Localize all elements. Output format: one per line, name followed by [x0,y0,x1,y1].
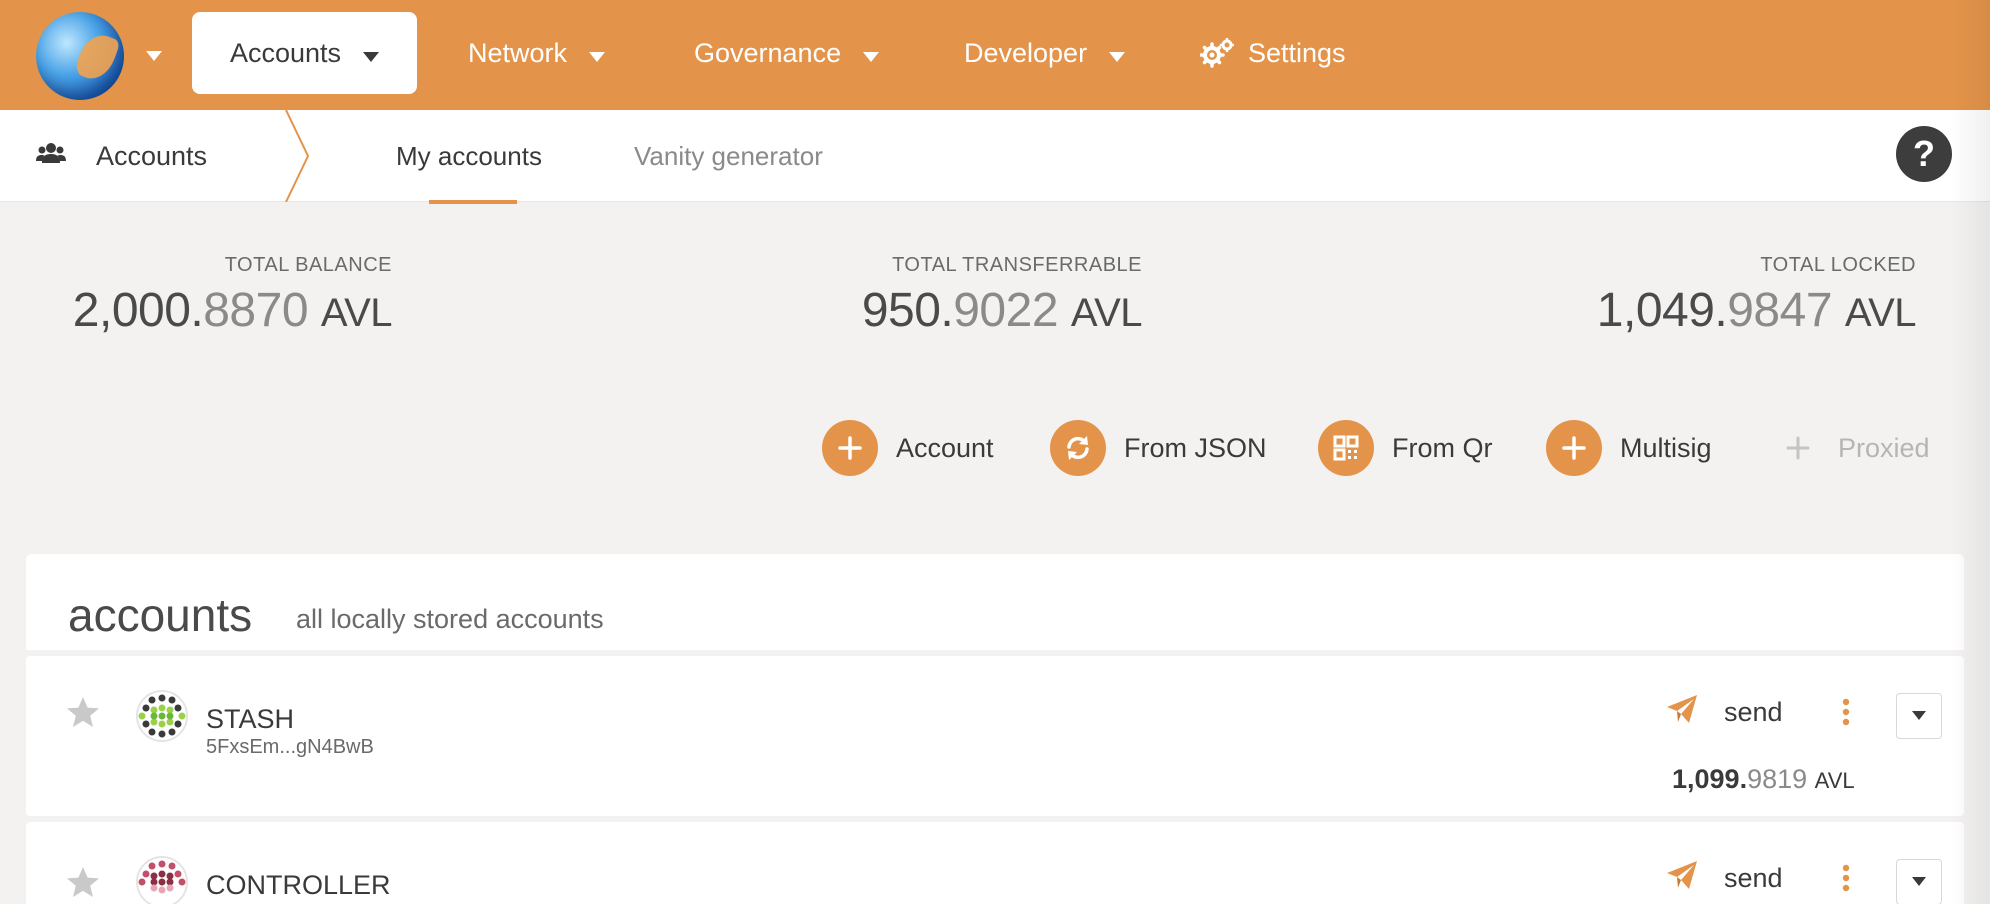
account-balance-int: 1,099. [1672,764,1748,794]
plus-icon [1770,420,1826,476]
total-transferrable-dec: 9022 [953,284,1059,337]
account-address[interactable]: 5FxsEm...gN4BwB [206,736,374,759]
expand-button[interactable] [1896,859,1942,904]
nav-governance[interactable]: Governance [694,12,880,94]
breadcrumb: Accounts [36,110,207,202]
account-name: CONTROLLER [206,870,391,900]
tab-vanity-generator[interactable]: Vanity generator [634,110,823,202]
star-icon[interactable] [66,866,100,903]
account-row-controller: CONTROLLER send [26,822,1964,904]
paper-plane-icon [1666,860,1698,897]
chevron-down-icon [1912,873,1926,891]
total-balance-dec: 8870 [203,284,309,337]
users-icon [36,141,66,172]
more-options-icon[interactable] [1842,864,1850,897]
proxied-button[interactable]: Proxied [1770,420,1930,476]
expand-button[interactable] [1896,693,1942,739]
total-locked-unit: AVL [1844,291,1917,335]
tab-vanity-generator-label: Vanity generator [634,140,823,171]
chevron-down-icon [589,38,606,69]
total-balance: TOTAL BALANCE 2,000.8870 AVL [72,254,393,338]
accounts-panel-header: accounts all locally stored accounts [26,554,1964,650]
proxied-label: Proxied [1838,432,1930,463]
multisig-button[interactable]: Multisig [1546,420,1712,476]
chevron-down-icon [1912,707,1926,725]
total-balance-unit: AVL [320,291,393,335]
top-nav: Accounts Network Governance Developer Se… [0,0,1990,110]
total-locked-label: TOTAL LOCKED [1760,254,1916,276]
send-label: send [1724,697,1783,727]
account-row-stash: STASH 5FxsEm...gN4BwB send 1,099.9819 AV… [26,656,1964,816]
help-button[interactable]: ? [1896,126,1952,182]
total-balance-value: 2,000.8870 AVL [72,283,393,338]
accounts-panel-title: accounts [68,589,253,641]
send-label: send [1724,863,1783,893]
total-locked-value: 1,049.9847 AVL [1560,283,1917,338]
active-tab-indicator [429,200,517,204]
add-account-button[interactable]: Account [822,420,994,476]
total-transferrable-int: 950. [861,284,954,337]
identicon-avatar[interactable] [136,690,188,742]
nav-accounts[interactable]: Accounts [192,12,418,94]
plus-icon [1546,420,1602,476]
star-icon[interactable] [66,696,100,733]
breadcrumb-section-label: Accounts [96,140,208,171]
tab-my-accounts[interactable]: My accounts [396,110,542,202]
total-locked-int: 1,049. [1596,284,1728,337]
chevron-down-icon [1109,38,1126,69]
from-json-label: From JSON [1124,432,1267,463]
account-balance: 1,099.9819 AVL [1672,764,1855,795]
total-locked: TOTAL LOCKED 1,049.9847 AVL [1560,254,1917,338]
multisig-label: Multisig [1620,432,1712,463]
total-transferrable: TOTAL TRANSFERRABLE 950.9022 AVL [836,254,1143,338]
cogs-icon [1200,38,1234,68]
account-name: STASH [206,704,295,734]
nav-network[interactable]: Network [468,12,606,94]
total-locked-dec: 9847 [1727,284,1833,337]
more-options-icon[interactable] [1842,698,1850,731]
nav-developer[interactable]: Developer [964,12,1126,94]
nav-network-label: Network [468,37,568,68]
send-button[interactable]: send [1666,694,1783,731]
add-account-label: Account [896,432,994,463]
account-balance-dec: 9819 [1747,764,1808,794]
total-balance-label: TOTAL BALANCE [224,254,392,276]
total-transferrable-value: 950.9022 AVL [836,283,1143,338]
from-json-button[interactable]: From JSON [1050,420,1267,476]
send-button[interactable]: send [1666,860,1783,897]
qrcode-icon [1318,420,1374,476]
help-label: ? [1913,133,1935,174]
total-balance-int: 2,000. [72,284,204,337]
nav-governance-label: Governance [694,37,842,68]
accounts-panel-subtitle: all locally stored accounts [296,604,604,634]
identicon-avatar[interactable] [136,856,188,904]
total-transferrable-unit: AVL [1070,291,1143,335]
from-qr-label: From Qr [1392,432,1493,463]
nav-accounts-label: Accounts [230,37,342,68]
chain-select-chevron-down-icon[interactable] [146,48,162,66]
plus-icon [822,420,878,476]
sub-nav: Accounts My accounts Vanity generator [0,109,1990,204]
account-balance-unit: AVL [1814,768,1855,793]
nav-settings[interactable]: Settings [1200,12,1346,94]
paper-plane-icon [1666,694,1698,731]
chevron-down-icon [363,38,380,69]
nav-settings-label: Settings [1248,37,1346,68]
total-transferrable-label: TOTAL TRANSFERRABLE [892,254,1142,276]
nav-developer-label: Developer [964,37,1088,68]
sync-icon [1050,420,1106,476]
chain-logo[interactable] [36,12,124,100]
tab-my-accounts-label: My accounts [396,140,542,171]
from-qr-button[interactable]: From Qr [1318,420,1493,476]
chevron-down-icon [863,38,880,69]
breadcrumb-separator [284,109,312,207]
